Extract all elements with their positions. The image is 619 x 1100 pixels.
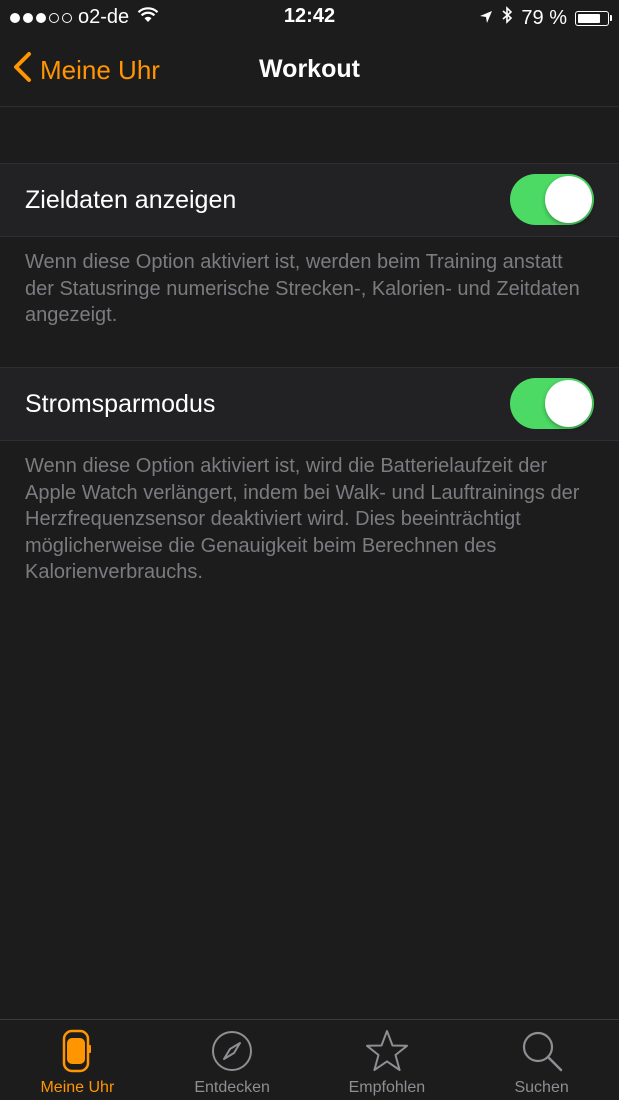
page-title: Workout xyxy=(259,55,360,83)
setting-row-stromsparmodus: Stromsparmodus xyxy=(0,367,619,441)
bluetooth-icon xyxy=(501,6,513,30)
setting-label: Zieldaten anzeigen xyxy=(25,186,237,214)
tab-meine-uhr[interactable]: Meine Uhr xyxy=(0,1020,155,1100)
navigation-bar: Meine Uhr Workout xyxy=(0,34,619,107)
tab-label: Empfohlen xyxy=(348,1079,426,1096)
settings-content: Zieldaten anzeigen Wenn diese Option akt… xyxy=(0,107,619,1020)
search-icon xyxy=(519,1028,565,1074)
toggle-knob xyxy=(545,176,592,223)
location-arrow-icon xyxy=(479,7,493,30)
stromsparmodus-toggle[interactable] xyxy=(510,378,594,429)
battery-icon xyxy=(575,10,612,26)
status-bar: o2-de 12:42 79 % xyxy=(0,0,619,34)
tab-entdecken[interactable]: Entdecken xyxy=(155,1020,310,1100)
battery-percentage: 79 % xyxy=(521,6,567,29)
tab-label: Entdecken xyxy=(194,1079,270,1096)
compass-icon xyxy=(209,1028,255,1074)
setting-footnote: Wenn diese Option aktiviert ist, werden … xyxy=(25,251,580,326)
tab-label: Meine Uhr xyxy=(40,1079,115,1096)
zieldaten-toggle[interactable] xyxy=(510,174,594,225)
tab-label: Suchen xyxy=(514,1079,569,1096)
setting-footnote: Wenn diese Option aktiviert ist, wird di… xyxy=(25,455,580,583)
star-icon xyxy=(364,1028,410,1074)
tab-suchen[interactable]: Suchen xyxy=(464,1020,619,1100)
watch-icon xyxy=(54,1028,100,1074)
toggle-knob xyxy=(545,380,592,427)
tab-bar: Meine Uhr Entdecken Empfohlen Suchen xyxy=(0,1019,619,1100)
screen: o2-de 12:42 79 % Meine Uhr Workout Zield… xyxy=(0,0,619,1100)
setting-row-zieldaten: Zieldaten anzeigen xyxy=(0,163,619,237)
setting-label: Stromsparmodus xyxy=(25,390,216,418)
status-right: 79 % xyxy=(479,6,612,30)
tab-empfohlen[interactable]: Empfohlen xyxy=(310,1020,465,1100)
